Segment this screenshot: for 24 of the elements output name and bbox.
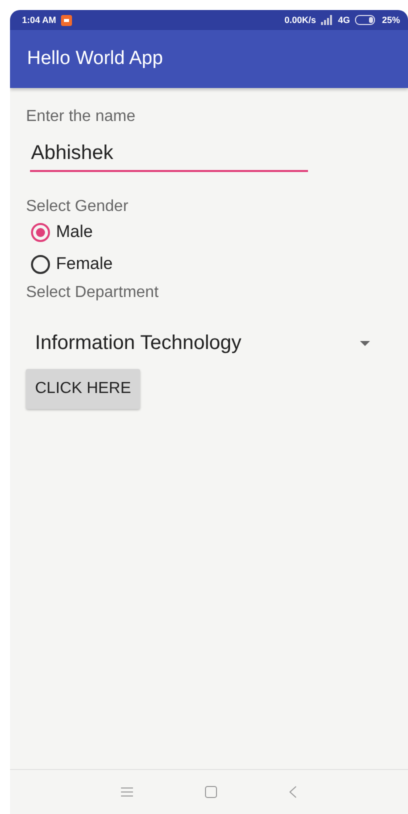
battery-level: 25% <box>382 15 400 25</box>
radio-button[interactable] <box>31 222 50 242</box>
department-label: Select Department <box>26 284 159 302</box>
click-button[interactable]: CLICK HERE <box>26 369 140 409</box>
gender-label: Select Gender <box>26 198 128 216</box>
name-field[interactable]: Abhishek <box>30 138 308 172</box>
radio-option[interactable]: Female <box>31 248 113 280</box>
network-speed: 0.00K/s <box>284 15 316 25</box>
back-icon[interactable] <box>289 786 297 798</box>
notification-icon <box>61 14 72 26</box>
radio-label: Male <box>56 222 93 242</box>
signal-icon <box>320 15 333 25</box>
app-title: Hello World App <box>27 48 163 70</box>
name-label: Enter the name <box>26 108 136 126</box>
home-icon[interactable] <box>205 786 217 798</box>
radio-button[interactable] <box>31 254 50 274</box>
radio-option[interactable]: Male <box>31 216 93 248</box>
dropdown-caret-icon <box>360 341 370 346</box>
battery-icon <box>354 15 377 25</box>
status-time: 1:04 AM <box>22 15 56 25</box>
menu-icon[interactable] <box>121 787 133 797</box>
department-dropdown[interactable]: Information Technology <box>28 326 378 361</box>
radio-label: Female <box>56 254 113 274</box>
network-type: 4G <box>338 15 350 25</box>
